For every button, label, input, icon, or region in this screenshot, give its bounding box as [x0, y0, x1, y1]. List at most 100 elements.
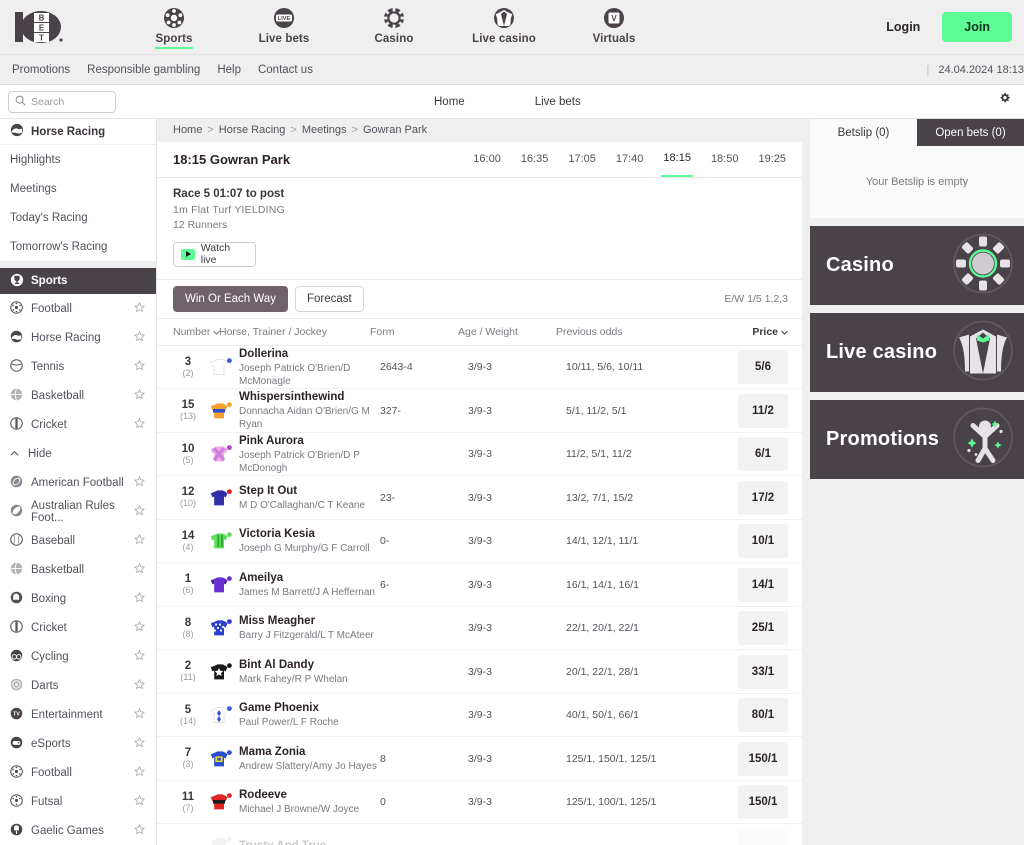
sidebar-item-boxing[interactable]: Boxing — [0, 584, 156, 613]
sidebar-item-tomorrows-racing[interactable]: Tomorrow's Racing — [0, 232, 156, 261]
odds-button[interactable]: 11/2 — [738, 393, 788, 428]
breadcrumb-horse-racing[interactable]: Horse Racing — [219, 124, 286, 136]
tab-win-or-each-way[interactable]: Win Or Each Way — [173, 286, 288, 313]
table-row[interactable]: 2 (11) Bint Al Dandy Mark Fahey/R P Whelan 3… — [157, 650, 802, 694]
sidebar-item-australian-rules-football[interactable]: Australian Rules Foot... — [0, 497, 156, 526]
table-row[interactable]: 3 (2) Dollerina Joseph Patrick O'Brien/D Mc… — [157, 346, 802, 390]
favorite-star-icon[interactable] — [133, 765, 146, 780]
promo-card-live-casino[interactable]: Live casino — [810, 313, 1024, 392]
table-row[interactable]: 12 (10) Step It Out M D O'Callaghan/C T Kea… — [157, 476, 802, 520]
sidebar-item-tennis[interactable]: Tennis — [0, 352, 156, 381]
odds-button[interactable]: 25/1 — [738, 611, 788, 646]
favorite-star-icon[interactable] — [133, 707, 146, 722]
search-container[interactable] — [8, 90, 116, 113]
race-time-1925[interactable]: 19:25 — [756, 141, 788, 177]
odds-button[interactable]: 17/2 — [738, 480, 788, 515]
watch-live-button[interactable]: Watch live — [173, 241, 256, 267]
sidebar-hide-toggle[interactable]: Hide — [0, 439, 156, 468]
table-row[interactable]: 1 (6) Ameilya James M Barrett/J A Heffernan… — [157, 563, 802, 607]
link-responsible-gambling[interactable]: Responsible gambling — [87, 64, 200, 76]
nav-item-virtuals[interactable]: V Virtuals — [576, 6, 652, 45]
table-row[interactable]: 5 (14) Game Phoenix Paul Power/L F Roche 3/9… — [157, 694, 802, 738]
favorite-star-icon[interactable] — [133, 823, 146, 838]
table-row[interactable]: 14 (4) Victoria Kesia Joseph G Murphy/G F C… — [157, 520, 802, 564]
breadcrumb-home[interactable]: Home — [173, 124, 202, 136]
sidebar-item-football[interactable]: Football — [0, 294, 156, 323]
odds-button[interactable]: 33/1 — [738, 654, 788, 689]
sidebar-item-baseball[interactable]: Baseball — [0, 526, 156, 555]
promo-card-promotions[interactable]: Promotions — [810, 400, 1024, 479]
sidebar-section-horse-racing[interactable]: Horse Racing — [0, 119, 156, 145]
tab-betslip[interactable]: Betslip (0) — [810, 119, 917, 146]
sidebar-item-cricket[interactable]: Cricket — [0, 410, 156, 439]
sidebar-item-esports[interactable]: eSports — [0, 729, 156, 758]
sidebar-item-gaelic-games[interactable]: Gaelic Games — [0, 816, 156, 845]
link-promotions[interactable]: Promotions — [12, 64, 70, 76]
search-input[interactable] — [31, 95, 109, 108]
favorite-star-icon[interactable] — [133, 794, 146, 809]
link-contact-us[interactable]: Contact us — [258, 64, 313, 76]
sidebar-item-todays-racing[interactable]: Today's Racing — [0, 203, 156, 232]
favorite-star-icon[interactable] — [133, 388, 146, 403]
race-time-1850[interactable]: 18:50 — [709, 141, 741, 177]
odds-button[interactable] — [738, 829, 788, 845]
tab-forecast[interactable]: Forecast — [294, 286, 364, 313]
gear-icon[interactable] — [998, 92, 1012, 111]
sidebar-item-meetings[interactable]: Meetings — [0, 174, 156, 203]
center-nav-home[interactable]: Home — [434, 96, 465, 108]
nav-item-sports[interactable]: Sports — [136, 6, 212, 49]
sidebar-item-basketball[interactable]: Basketball — [0, 381, 156, 410]
race-time-1635[interactable]: 16:35 — [519, 141, 551, 177]
favorite-star-icon[interactable] — [133, 504, 146, 519]
sidebar-item-football-all[interactable]: Football — [0, 758, 156, 787]
favorite-star-icon[interactable] — [133, 417, 146, 432]
sidebar-item-futsal[interactable]: Futsal — [0, 787, 156, 816]
race-time-1815[interactable]: 18:15 — [661, 141, 693, 178]
table-row[interactable]: 11 (7) Rodeeve Michael J Browne/W Joyce 0 3/9… — [157, 781, 802, 825]
sidebar-item-american-football[interactable]: American Football — [0, 468, 156, 497]
odds-button[interactable]: 6/1 — [738, 437, 788, 472]
favorite-star-icon[interactable] — [133, 330, 146, 345]
promo-card-casino[interactable]: Casino — [810, 226, 1024, 305]
odds-button[interactable]: 150/1 — [738, 785, 788, 820]
sidebar-item-cycling[interactable]: Cycling — [0, 642, 156, 671]
nav-item-live-bets[interactable]: LIVE Live bets — [246, 6, 322, 45]
favorite-star-icon[interactable] — [133, 591, 146, 606]
column-price[interactable]: Price — [728, 326, 788, 338]
table-row[interactable]: 15 (13) Whispersinthewind Donnacha Aidan O'… — [157, 389, 802, 433]
favorite-star-icon[interactable] — [133, 359, 146, 374]
favorite-star-icon[interactable] — [133, 649, 146, 664]
table-row[interactable]: 10 (5) Pink Aurora Joseph Patrick O'Brien/D… — [157, 433, 802, 477]
sidebar-item-entertainment[interactable]: TV Entertainment — [0, 700, 156, 729]
join-button[interactable]: Join — [942, 12, 1012, 42]
favorite-star-icon[interactable] — [133, 562, 146, 577]
odds-button[interactable]: 5/6 — [738, 350, 788, 385]
race-time-1740[interactable]: 17:40 — [614, 141, 646, 177]
favorite-star-icon[interactable] — [133, 678, 146, 693]
link-help[interactable]: Help — [217, 64, 241, 76]
table-row[interactable]: Trusty And True — [157, 824, 802, 845]
table-row[interactable]: 7 (3) Mama Zonia Andrew Slattery/Amy Jo Hay… — [157, 737, 802, 781]
sidebar-item-horse-racing[interactable]: Horse Racing — [0, 323, 156, 352]
odds-button[interactable]: 80/1 — [738, 698, 788, 733]
brand-logo[interactable]: B E T — [14, 8, 64, 46]
odds-button[interactable]: 150/1 — [738, 741, 788, 776]
table-row[interactable]: 8 (8) Miss Meagher Barry J Fitzgerald/L T M… — [157, 607, 802, 651]
race-time-1705[interactable]: 17:05 — [566, 141, 598, 177]
favorite-star-icon[interactable] — [133, 301, 146, 316]
tab-open-bets[interactable]: Open bets (0) — [917, 119, 1024, 146]
column-number[interactable]: Number — [173, 326, 221, 338]
favorite-star-icon[interactable] — [133, 533, 146, 548]
sidebar-item-cricket-all[interactable]: Cricket — [0, 613, 156, 642]
odds-button[interactable]: 14/1 — [738, 567, 788, 602]
login-button[interactable]: Login — [870, 12, 936, 42]
favorite-star-icon[interactable] — [133, 475, 146, 490]
sidebar-item-basketball-all[interactable]: Basketball — [0, 555, 156, 584]
odds-button[interactable]: 10/1 — [738, 524, 788, 559]
nav-item-live-casino[interactable]: Live casino — [466, 6, 542, 45]
favorite-star-icon[interactable] — [133, 736, 146, 751]
breadcrumb-meetings[interactable]: Meetings — [302, 124, 347, 136]
favorite-star-icon[interactable] — [133, 620, 146, 635]
race-time-1600[interactable]: 16:00 — [471, 141, 503, 177]
sidebar-section-sports[interactable]: Sports — [0, 268, 156, 294]
